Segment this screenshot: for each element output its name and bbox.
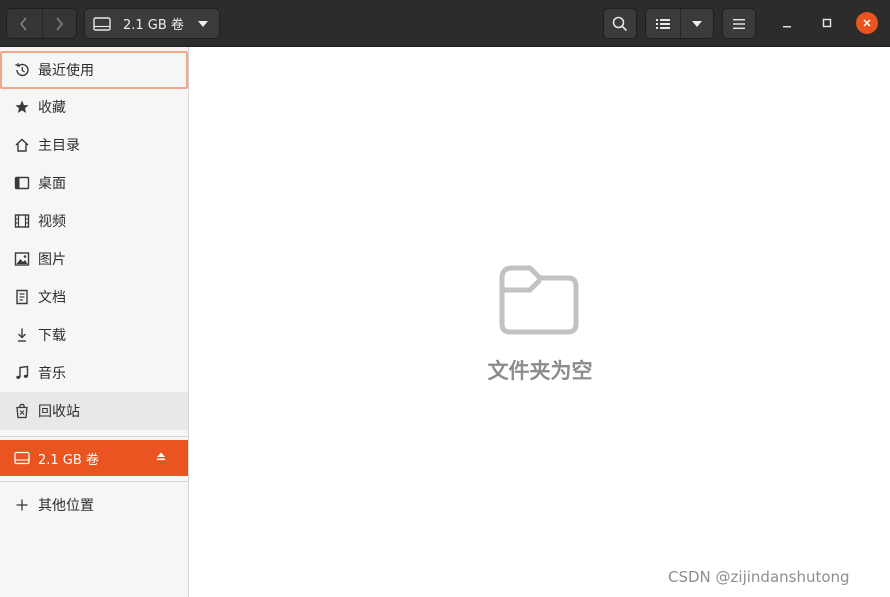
folder-icon bbox=[498, 264, 580, 340]
desktop-icon bbox=[13, 174, 31, 192]
search-button[interactable] bbox=[603, 8, 637, 39]
back-button[interactable] bbox=[7, 9, 42, 38]
drive-icon bbox=[93, 16, 111, 31]
sidebar-item-documents[interactable]: 文档 bbox=[0, 278, 188, 316]
sidebar-item-label: 最近使用 bbox=[38, 63, 94, 79]
music-icon bbox=[13, 364, 31, 382]
document-icon bbox=[13, 288, 31, 306]
sidebar-item-label: 收藏 bbox=[38, 100, 66, 116]
forward-button[interactable] bbox=[41, 9, 77, 38]
header-bar: 2.1 GB 卷 bbox=[0, 0, 890, 47]
sidebar-item-trash[interactable]: 回收站 bbox=[0, 392, 188, 430]
watermark: CSDN @zijindanshutong bbox=[668, 568, 850, 586]
empty-folder-message: 文件夹为空 bbox=[487, 359, 593, 383]
sidebar-item-videos[interactable]: 视频 bbox=[0, 202, 188, 240]
recent-icon bbox=[13, 61, 31, 79]
sidebar-item-label: 视频 bbox=[38, 214, 66, 230]
navigation-buttons bbox=[6, 8, 77, 39]
sidebar-divider bbox=[0, 481, 188, 482]
minimize-icon bbox=[783, 26, 791, 28]
sidebar-item-downloads[interactable]: 下载 bbox=[0, 316, 188, 354]
chevron-left-icon bbox=[20, 17, 27, 30]
close-button[interactable] bbox=[856, 12, 878, 34]
sidebar-item-label: 主目录 bbox=[38, 138, 80, 154]
chevron-right-icon bbox=[56, 17, 64, 30]
star-icon bbox=[13, 98, 31, 116]
chevron-down-icon bbox=[691, 20, 702, 27]
download-icon bbox=[13, 326, 31, 344]
sidebar-item-home[interactable]: 主目录 bbox=[0, 126, 188, 164]
sidebar-item-label: 下载 bbox=[38, 328, 66, 344]
trash-icon bbox=[13, 402, 31, 420]
sidebar-item-recent[interactable]: 最近使用 bbox=[0, 51, 188, 89]
chevron-down-icon bbox=[198, 20, 208, 27]
sidebar-item-desktop[interactable]: 桌面 bbox=[0, 164, 188, 202]
file-view[interactable]: 文件夹为空 CSDN @zijindanshutong bbox=[190, 47, 890, 597]
video-icon bbox=[13, 212, 31, 230]
sidebar-item-volume[interactable]: 2.1 GB 卷 bbox=[0, 440, 188, 476]
minimize-button[interactable] bbox=[776, 12, 798, 34]
sidebar-item-label: 音乐 bbox=[38, 366, 66, 382]
sidebar-item-label: 文档 bbox=[38, 290, 66, 306]
eject-icon[interactable] bbox=[156, 450, 166, 465]
sidebar-item-pictures[interactable]: 图片 bbox=[0, 240, 188, 278]
sidebar-item-label: 2.1 GB 卷 bbox=[38, 452, 99, 468]
close-icon bbox=[863, 19, 871, 27]
sidebar-item-label: 桌面 bbox=[38, 176, 66, 192]
picture-icon bbox=[13, 250, 31, 268]
path-label: 2.1 GB 卷 bbox=[123, 18, 184, 33]
maximize-icon bbox=[822, 18, 832, 28]
list-view-button[interactable] bbox=[646, 9, 680, 38]
search-icon bbox=[612, 16, 628, 31]
home-icon bbox=[13, 136, 31, 154]
sidebar-item-starred[interactable]: 收藏 bbox=[0, 88, 188, 126]
hamburger-menu-icon bbox=[733, 18, 745, 29]
view-options bbox=[645, 8, 714, 39]
list-view-icon bbox=[655, 18, 670, 29]
view-menu-button[interactable] bbox=[679, 9, 714, 38]
sidebar-divider bbox=[0, 436, 188, 437]
sidebar-item-other-locations[interactable]: 其他位置 bbox=[0, 486, 188, 524]
sidebar-item-label: 图片 bbox=[38, 252, 66, 268]
plus-icon bbox=[13, 496, 31, 514]
drive-icon bbox=[13, 449, 31, 467]
maximize-button[interactable] bbox=[816, 12, 838, 34]
sidebar-item-music[interactable]: 音乐 bbox=[0, 354, 188, 392]
sidebar-item-label: 回收站 bbox=[38, 404, 80, 420]
sidebar-item-label: 其他位置 bbox=[38, 498, 94, 514]
sidebar: 最近使用 收藏 主目录 桌面 视频 图片 文档 下载 音乐 回收站 2.1 GB… bbox=[0, 47, 189, 597]
path-bar-button[interactable]: 2.1 GB 卷 bbox=[84, 8, 220, 39]
main-menu-button[interactable] bbox=[722, 8, 756, 39]
